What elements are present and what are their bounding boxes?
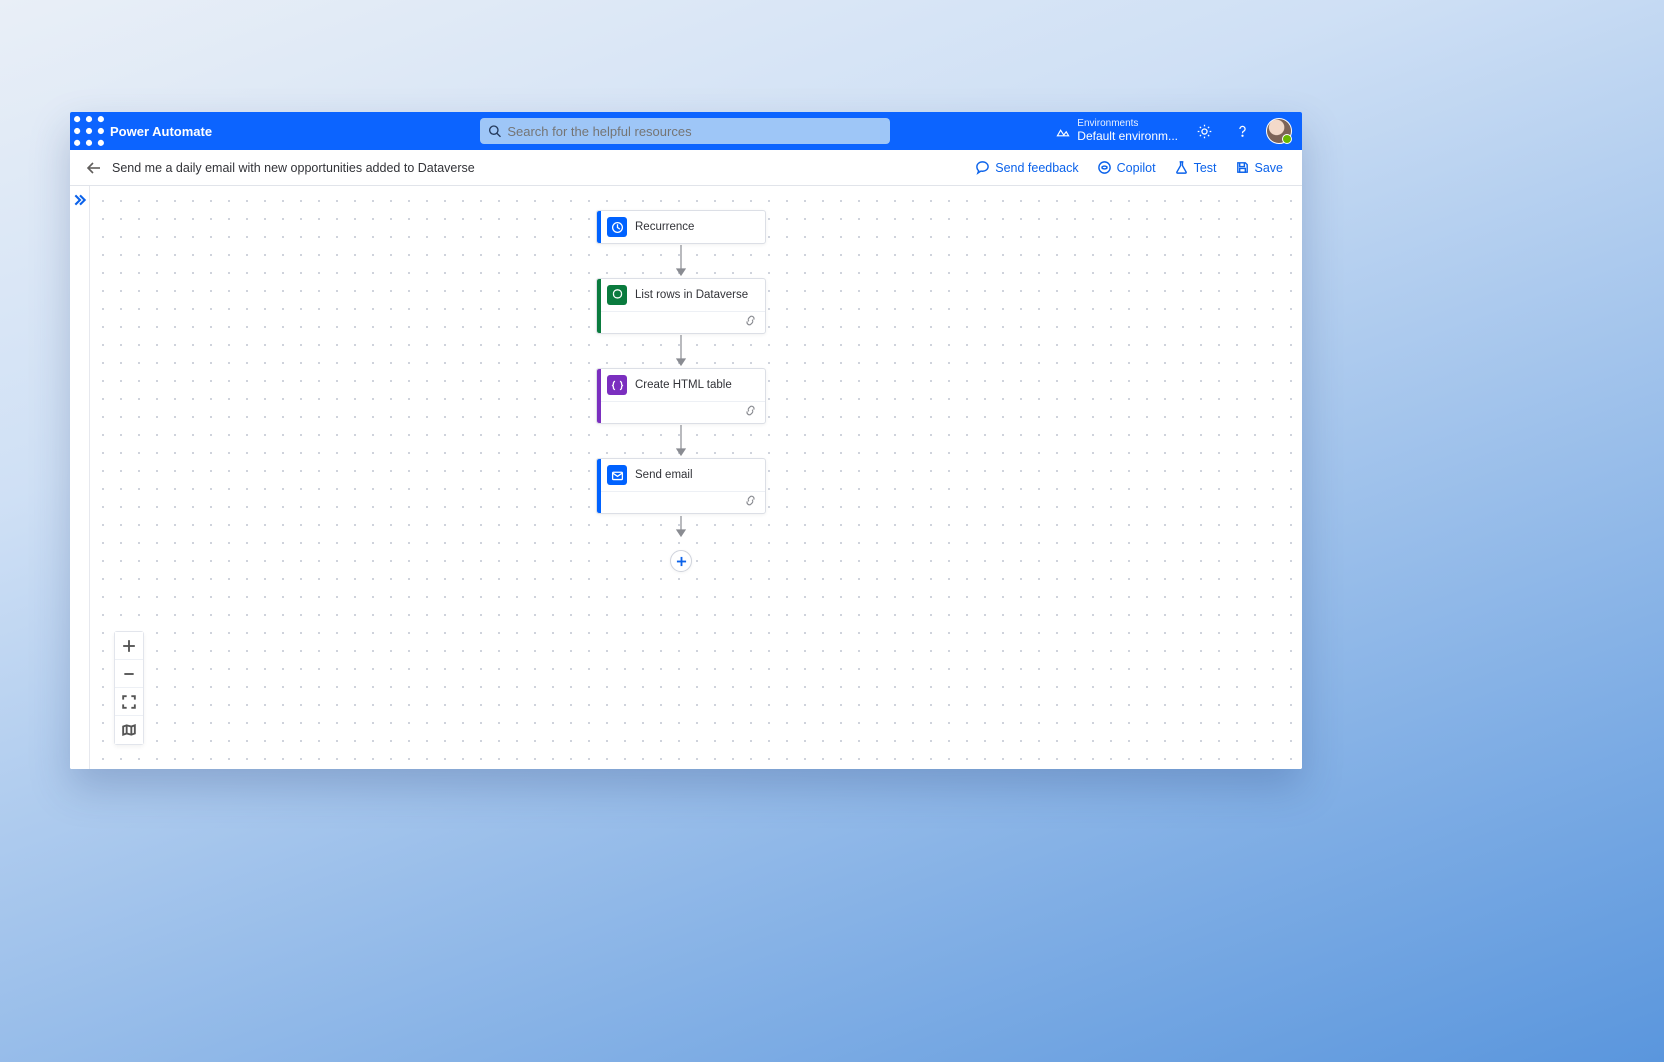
expand-panel-button[interactable] (72, 192, 88, 208)
copilot-icon (1097, 160, 1112, 175)
flow-column: Recurrence List rows in Dataverse Create H… (596, 210, 766, 572)
search-icon (488, 124, 501, 138)
user-avatar[interactable] (1266, 118, 1292, 144)
app-launcher-button[interactable] (70, 112, 108, 150)
flow-title: Send me a daily email with new opportuni… (112, 161, 475, 175)
plus-icon (122, 639, 136, 653)
flow-arrow (673, 334, 689, 368)
node-header: Recurrence (597, 211, 765, 243)
flow-node-action-send-email[interactable]: Send email (596, 458, 766, 514)
search-input[interactable] (507, 124, 882, 139)
node-footer (597, 401, 765, 423)
brand-label: Power Automate (110, 124, 212, 139)
save-label: Save (1255, 161, 1284, 175)
zoom-toolbar (114, 631, 144, 745)
flow-node-trigger-recurrence[interactable]: Recurrence (596, 210, 766, 244)
dataverse-icon (607, 285, 627, 305)
gear-icon (1196, 123, 1213, 140)
braces-icon (607, 375, 627, 395)
command-bar: Send me a daily email with new opportuni… (70, 150, 1302, 186)
arrow-left-icon (86, 160, 102, 176)
suite-header-right: Environments Default environm... (1049, 112, 1302, 150)
environment-value: Default environm... (1077, 130, 1178, 143)
minimap-button[interactable] (115, 716, 143, 744)
environment-icon (1055, 123, 1071, 139)
connection-icon (744, 314, 757, 332)
copilot-label: Copilot (1117, 161, 1156, 175)
save-icon (1235, 160, 1250, 175)
node-title: Send email (635, 469, 693, 481)
flow-arrow (673, 424, 689, 458)
node-footer (597, 311, 765, 333)
global-search[interactable] (480, 118, 890, 144)
fit-to-screen-button[interactable] (115, 688, 143, 716)
flow-arrow (673, 244, 689, 278)
test-button[interactable]: Test (1165, 154, 1226, 182)
app-window: Power Automate Environments Default envi… (70, 112, 1302, 769)
add-step-button[interactable] (670, 550, 692, 572)
designer-canvas[interactable]: Recurrence List rows in Dataverse Create H… (70, 186, 1302, 769)
feedback-icon (975, 160, 990, 175)
node-header: Send email (597, 459, 765, 491)
clock-icon (607, 217, 627, 237)
node-accent (597, 211, 601, 243)
node-header: List rows in Dataverse (597, 279, 765, 311)
node-header: Create HTML table (597, 369, 765, 401)
zoom-out-button[interactable] (115, 660, 143, 688)
help-icon (1234, 123, 1251, 140)
mail-icon (607, 465, 627, 485)
save-button[interactable]: Save (1226, 154, 1293, 182)
node-accent (597, 279, 601, 333)
minus-icon (122, 667, 136, 681)
fit-icon (122, 695, 136, 709)
left-rail (70, 186, 90, 769)
flow-arrow (673, 514, 689, 538)
flow-node-action-html-table[interactable]: Create HTML table (596, 368, 766, 424)
flask-icon (1174, 160, 1189, 175)
chevron-double-right-icon (73, 193, 87, 207)
environment-picker[interactable]: Environments Default environm... (1049, 119, 1184, 142)
zoom-in-button[interactable] (115, 632, 143, 660)
environment-label: Environments (1077, 119, 1178, 130)
flow-node-action-list-rows[interactable]: List rows in Dataverse (596, 278, 766, 334)
node-accent (597, 459, 601, 513)
back-button[interactable] (80, 154, 108, 182)
node-footer (597, 491, 765, 513)
node-title: List rows in Dataverse (635, 289, 748, 301)
test-label: Test (1194, 161, 1217, 175)
waffle-icon (70, 112, 108, 150)
feedback-label: Send feedback (995, 161, 1078, 175)
map-icon (122, 723, 136, 737)
help-button[interactable] (1224, 112, 1260, 150)
plus-icon (676, 556, 687, 567)
connection-icon (744, 494, 757, 512)
node-title: Recurrence (635, 221, 694, 233)
settings-button[interactable] (1186, 112, 1222, 150)
send-feedback-button[interactable]: Send feedback (966, 154, 1087, 182)
node-title: Create HTML table (635, 379, 732, 391)
suite-header: Power Automate Environments Default envi… (70, 112, 1302, 150)
copilot-button[interactable]: Copilot (1088, 154, 1165, 182)
connection-icon (744, 404, 757, 422)
node-accent (597, 369, 601, 423)
